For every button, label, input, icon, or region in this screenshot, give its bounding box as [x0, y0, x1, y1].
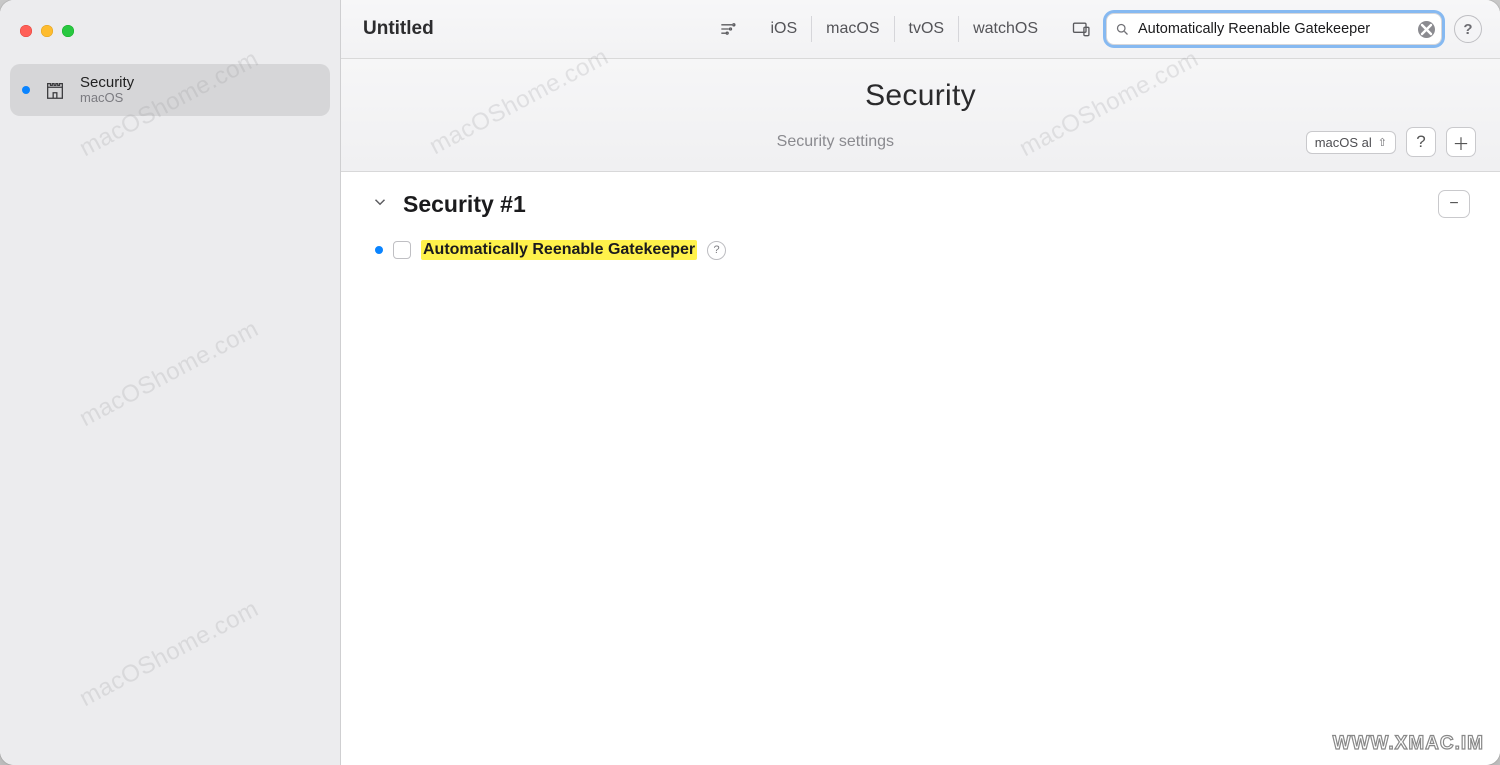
- setting-row: Automatically Reenable Gatekeeper ?: [371, 240, 1470, 260]
- setting-checkbox[interactable]: [393, 241, 411, 259]
- search-icon: [1115, 22, 1130, 37]
- group-header: Security #1 −: [371, 190, 1470, 218]
- zoom-window-button[interactable]: [62, 25, 74, 37]
- toolbar-help-button[interactable]: ?: [1454, 15, 1482, 43]
- status-dot-icon: [22, 86, 30, 94]
- section-title: Security: [365, 79, 1476, 113]
- castle-icon: [42, 77, 68, 103]
- search-field[interactable]: [1106, 13, 1442, 45]
- clear-search-button[interactable]: [1418, 21, 1435, 38]
- setting-help-icon[interactable]: ?: [707, 241, 726, 260]
- window-controls: [0, 0, 340, 54]
- device-preview-icon[interactable]: [1068, 17, 1094, 41]
- section-controls: macOS al ⇧ ? ＋: [1306, 127, 1476, 157]
- content-area: Security #1 − Automatically Reenable Gat…: [341, 172, 1500, 765]
- document-title: Untitled: [359, 18, 434, 40]
- platform-tvos[interactable]: tvOS: [894, 16, 959, 42]
- add-section-button[interactable]: ＋: [1446, 127, 1476, 157]
- remove-group-button[interactable]: −: [1438, 190, 1470, 218]
- sidebar-item-labels: Security macOS: [80, 74, 134, 106]
- close-window-button[interactable]: [20, 25, 32, 37]
- search-input[interactable]: [1136, 20, 1412, 38]
- group-title: Security #1: [403, 191, 526, 218]
- filter-settings-icon[interactable]: [715, 17, 741, 41]
- toolbar: Untitled iOS macOS tvOS watchOS ?: [341, 0, 1500, 59]
- section-help-button[interactable]: ?: [1406, 127, 1436, 157]
- modified-dot-icon: [375, 246, 383, 254]
- minimize-window-button[interactable]: [41, 25, 53, 37]
- section-description: Security settings: [365, 133, 1306, 151]
- section-header: Security Security settings macOS al ⇧ ? …: [341, 59, 1500, 172]
- platform-chip-label: macOS al: [1315, 135, 1372, 150]
- sidebar-list: Security macOS: [0, 54, 340, 126]
- chevron-down-icon[interactable]: [371, 193, 389, 216]
- level-up-icon: ⇧: [1378, 136, 1387, 149]
- platform-watchos[interactable]: watchOS: [958, 16, 1052, 42]
- sidebar-item-security[interactable]: Security macOS: [10, 64, 330, 116]
- platform-ios[interactable]: iOS: [757, 16, 812, 42]
- platform-macos[interactable]: macOS: [811, 16, 893, 42]
- setting-label: Automatically Reenable Gatekeeper: [421, 240, 697, 260]
- sidebar: Security macOS: [0, 0, 341, 765]
- platform-chip[interactable]: macOS al ⇧: [1306, 131, 1396, 154]
- main-panel: Untitled iOS macOS tvOS watchOS ?: [341, 0, 1500, 765]
- platform-segmented-control: iOS macOS tvOS watchOS: [757, 16, 1053, 42]
- sidebar-item-title: Security: [80, 74, 134, 91]
- app-window: Security macOS Untitled iOS macOS tvOS w…: [0, 0, 1500, 765]
- sidebar-item-subtitle: macOS: [80, 91, 134, 106]
